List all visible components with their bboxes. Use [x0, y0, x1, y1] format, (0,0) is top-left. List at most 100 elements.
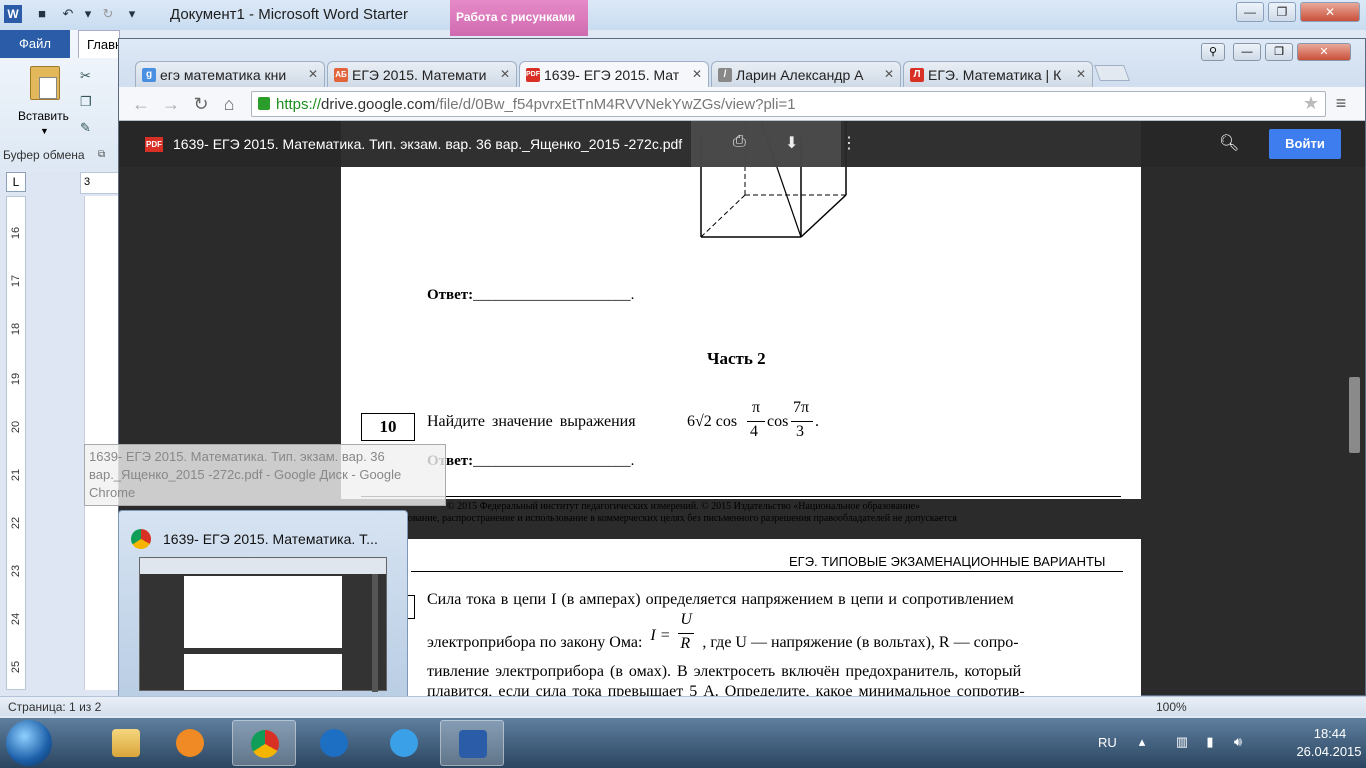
copyright-line-2: Копирование, распространение и использов…: [381, 513, 957, 524]
home-icon[interactable]: ⌂: [217, 92, 241, 116]
ruler-number: 16: [10, 226, 23, 240]
address-bar[interactable]: https://drive.google.com/file/d/0Bw_f54p…: [251, 91, 1326, 117]
page-count[interactable]: Страница: 1 из 2: [8, 700, 101, 714]
paste-label[interactable]: Вставить: [18, 109, 69, 123]
print-icon[interactable]: ⎙: [733, 133, 746, 151]
tab-ege-math-k[interactable]: Л ЕГЭ. Математика | К ✕: [903, 61, 1093, 87]
cut-icon[interactable]: ✂: [80, 68, 91, 84]
bookmark-star-icon[interactable]: ★: [1303, 93, 1319, 114]
taskbar-chrome[interactable]: [232, 720, 296, 766]
folder-icon: [112, 729, 140, 757]
tab-close-icon[interactable]: ✕: [1076, 67, 1086, 81]
home-tab[interactable]: Главн: [78, 30, 122, 58]
chrome-icon: [251, 730, 279, 758]
chrome-minimize-button[interactable]: —: [1233, 43, 1261, 61]
pdf-page: Ответ:_____________________. Часть 2 10 …: [341, 121, 1141, 524]
tab-larin[interactable]: / Ларин Александр А ✕: [711, 61, 901, 87]
preview-title: 1639- ЕГЭ 2015. Математика. Т...: [163, 531, 378, 547]
clipboard-launcher-icon[interactable]: ⧉: [98, 149, 105, 160]
sign-in-button[interactable]: Войти: [1269, 129, 1341, 159]
copy-icon[interactable]: ❐: [80, 94, 92, 110]
viewer-scrollbar[interactable]: [1347, 167, 1363, 695]
clock-date[interactable]: 26.04.2015: [1294, 744, 1364, 759]
taskbar-ie[interactable]: [372, 720, 436, 766]
tab-close-icon[interactable]: ✕: [308, 67, 318, 81]
undo-icon[interactable]: ↶: [60, 6, 76, 22]
zoom-level[interactable]: 100%: [1156, 700, 1187, 714]
tab-selector[interactable]: L: [6, 172, 26, 192]
word-app-icon[interactable]: W: [4, 5, 22, 23]
paste-dropdown-icon[interactable]: ▼: [40, 126, 49, 136]
language-indicator[interactable]: RU: [1098, 735, 1117, 750]
chrome-menu-icon[interactable]: ≡: [1331, 93, 1351, 115]
format-painter-icon[interactable]: ✎: [80, 120, 91, 136]
windows-taskbar: RU ▴ ▥ ▮ 🔊︎ 18:44 26.04.2015: [0, 718, 1366, 768]
word-document-page[interactable]: [84, 196, 118, 690]
file-tab[interactable]: Файл: [0, 30, 70, 58]
url-text[interactable]: https://drive.google.com/file/d/0Bw_f54p…: [276, 96, 796, 113]
ruler-top-number: 3: [84, 176, 91, 188]
power-icon[interactable]: ▮: [1202, 734, 1218, 750]
forward-icon[interactable]: →: [159, 92, 183, 116]
tab-label: Ларин Александр А: [736, 67, 864, 83]
viewer-center-overlay: [691, 121, 841, 167]
new-tab-button[interactable]: [1094, 65, 1130, 81]
tab-close-icon[interactable]: ✕: [884, 67, 894, 81]
task-text: Найдите значение выражения: [427, 413, 636, 431]
tab-label: егэ математика кни: [160, 67, 287, 83]
preview-thumbnail[interactable]: [139, 557, 387, 692]
back-icon[interactable]: ←: [129, 92, 153, 116]
page-header: ЕГЭ. ТИПОВЫЕ ЭКЗАМЕНАЦИОННЫЕ ВАРИАНТЫ: [789, 554, 1106, 569]
internet-explorer-icon: [390, 729, 418, 757]
download-icon[interactable]: ⬇: [785, 133, 798, 153]
paste-icon[interactable]: [30, 66, 60, 100]
chrome-close-button[interactable]: ✕: [1297, 43, 1351, 61]
picture-tools-tab[interactable]: Работа с рисунками: [450, 0, 588, 36]
tab-label: 1639- ЕГЭ 2015. Мат: [544, 67, 680, 83]
tab-close-icon[interactable]: ✕: [692, 67, 702, 81]
ohm-formula: I = U R: [646, 611, 698, 652]
zoom-icon[interactable]: 🔍︎: [1219, 133, 1239, 153]
problem-line: тивление электроприбора (в омах). В элек…: [427, 663, 1022, 680]
word-icon: [459, 730, 487, 758]
taskbar-word[interactable]: [440, 720, 504, 766]
tab-close-icon[interactable]: ✕: [500, 67, 510, 81]
user-icon[interactable]: ⚲: [1201, 43, 1225, 61]
taskbar-dell[interactable]: [302, 720, 366, 766]
show-hidden-icons-icon[interactable]: ▴: [1134, 734, 1150, 750]
chrome-maximize-button[interactable]: ❐: [1265, 43, 1293, 61]
drive-viewer-bar: PDF 1639- ЕГЭ 2015. Математика. Тип. экз…: [119, 121, 1365, 167]
network-icon[interactable]: ▥: [1174, 734, 1190, 750]
tab-ege-math[interactable]: АБ ЕГЭ 2015. Математи ✕: [327, 61, 517, 87]
site-favicon-icon: Л: [910, 68, 924, 82]
tab-egè-search[interactable]: g егэ математика кни ✕: [135, 61, 325, 87]
scroll-thumb[interactable]: [1349, 377, 1360, 453]
redo-icon[interactable]: ↻: [100, 6, 116, 22]
tab-pdf-active[interactable]: PDF 1639- ЕГЭ 2015. Мат ✕: [519, 61, 709, 89]
ruler-number: 24: [10, 612, 23, 626]
answer-line-2: Ответ:_____________________.: [427, 453, 634, 470]
volume-icon[interactable]: 🔊︎: [1230, 734, 1246, 750]
minimize-button[interactable]: —: [1236, 2, 1264, 22]
chrome-toolbar: ← → ↻ ⌂ https://drive.google.com/file/d/…: [119, 87, 1365, 121]
customize-qa-icon[interactable]: ▾: [124, 6, 140, 22]
site-favicon-icon: АБ: [334, 68, 348, 82]
horizontal-ruler: 3: [80, 172, 120, 194]
maximize-button[interactable]: ❐: [1268, 2, 1296, 22]
start-button[interactable]: [6, 720, 52, 766]
taskbar-media-player[interactable]: [158, 720, 222, 766]
dropdown-arrow-icon[interactable]: ▾: [80, 6, 96, 22]
footer-rule: [361, 496, 1121, 497]
clock-time[interactable]: 18:44: [1300, 726, 1360, 741]
more-options-icon[interactable]: ⋮: [841, 133, 857, 153]
dell-icon: [320, 729, 348, 757]
reload-icon[interactable]: ↻: [189, 92, 213, 116]
ruler-number: 18: [10, 322, 23, 336]
save-icon[interactable]: ■: [34, 6, 50, 22]
ruler-number: 23: [10, 564, 23, 578]
close-button[interactable]: ✕: [1300, 2, 1360, 22]
ruler-number: 20: [10, 420, 23, 434]
taskbar-thumbnail-preview[interactable]: 1639- ЕГЭ 2015. Математика. Т...: [118, 510, 408, 710]
taskbar-explorer[interactable]: [94, 720, 158, 766]
chrome-icon: [131, 529, 151, 549]
